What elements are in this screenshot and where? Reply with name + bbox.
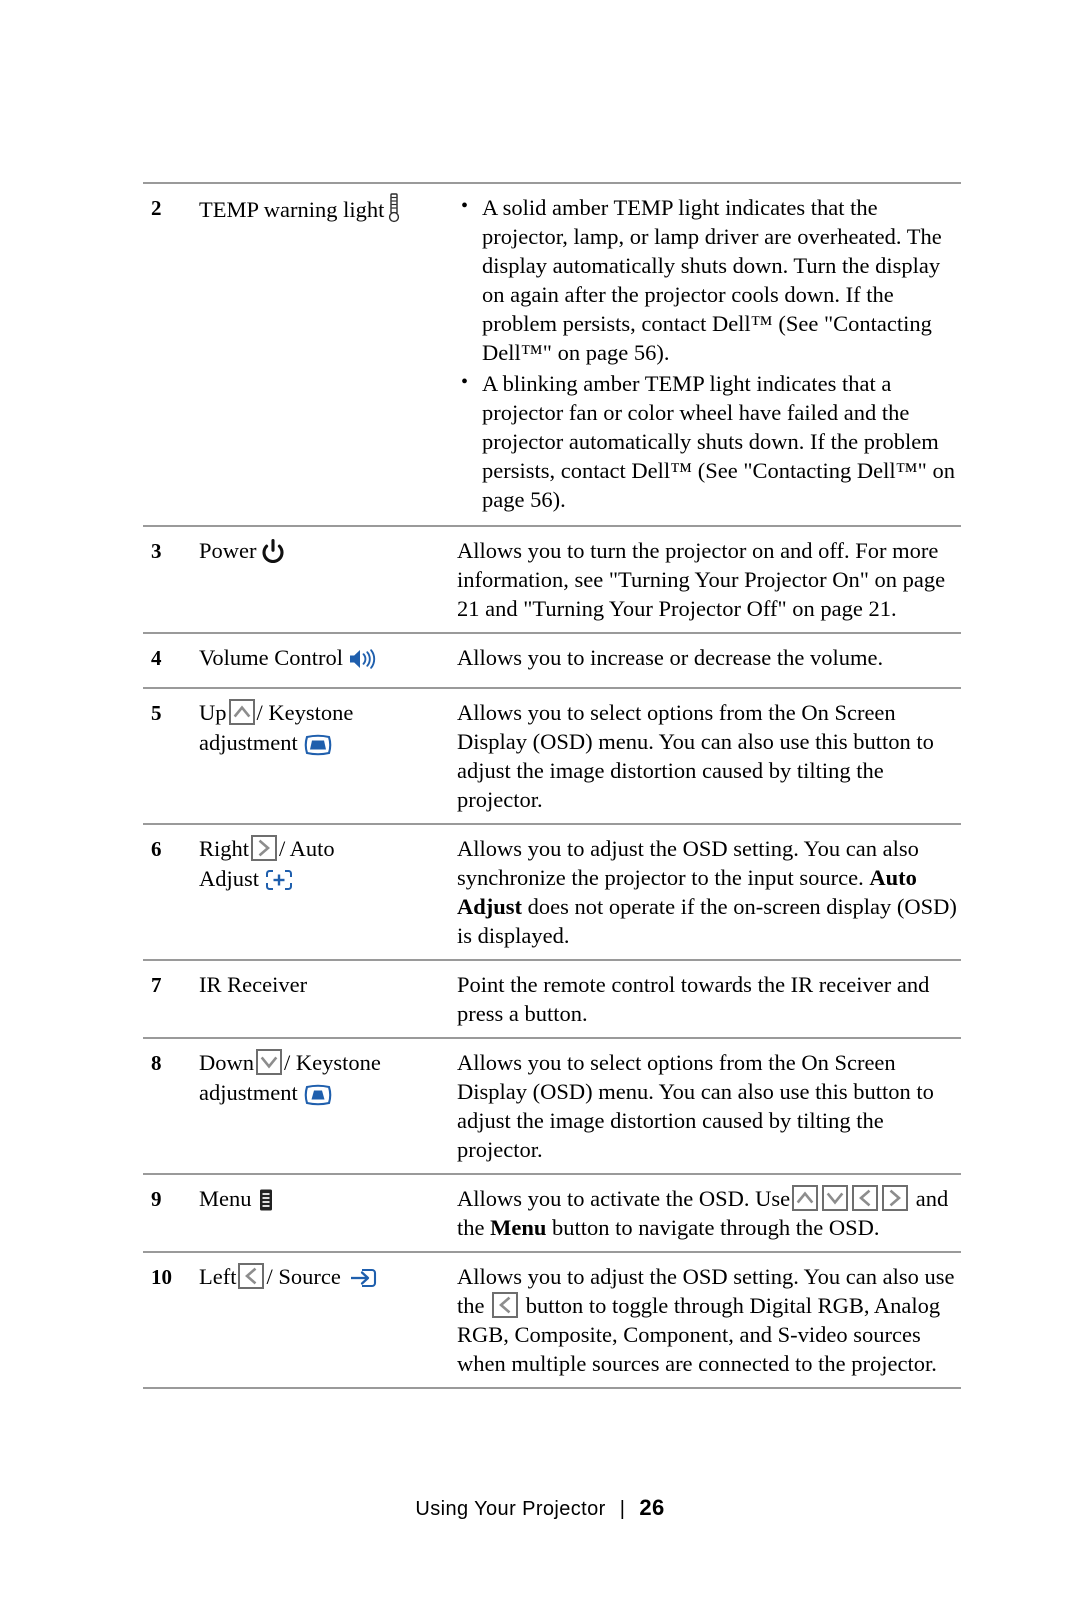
description-seg: button to toggle through Digital RGB, An… [457, 1293, 941, 1376]
menu-icon [257, 1188, 275, 1220]
thermometer-icon [387, 193, 401, 231]
row-label: Volume Control [199, 643, 457, 678]
row-description: Allows you to select options from the On… [457, 1048, 961, 1164]
left-arrow-key-icon [492, 1292, 519, 1318]
right-arrow-key-icon [882, 1185, 909, 1211]
row-label: Right / Auto Adjust [199, 834, 457, 900]
row-number: 7 [151, 973, 162, 997]
right-arrow-key-icon [251, 835, 278, 861]
description-text: Allows you to increase or decrease the v… [457, 645, 884, 670]
row-label: Down / Keystone adjustment [199, 1048, 457, 1115]
row-label: Power [199, 536, 457, 571]
row-number: 8 [151, 1051, 162, 1075]
row-number: 10 [151, 1265, 172, 1289]
description-pre: Allows you to adjust the OSD setting. Yo… [457, 836, 919, 890]
control-name: Power [199, 538, 257, 563]
description-text: Allows you to activate the OSD. Use and … [457, 1184, 961, 1242]
description-emphasis: Menu [490, 1215, 547, 1240]
down-arrow-key-icon [256, 1049, 282, 1075]
control-name-part: Left [199, 1264, 237, 1289]
up-arrow-key-icon [792, 1185, 819, 1211]
row-description: Allows you to activate the OSD. Use and … [457, 1184, 961, 1242]
footer-section-label: Using Your Projector [415, 1498, 606, 1520]
row-number: 6 [151, 837, 162, 861]
control-name: Volume Control [199, 645, 343, 670]
row-description: Allows you to turn the projector on and … [457, 536, 961, 623]
speaker-icon [348, 648, 380, 678]
left-arrow-key-icon [238, 1263, 265, 1289]
row-label: TEMP warning light [199, 193, 457, 231]
row-label: Up / Keystone adjustment [199, 698, 457, 765]
control-name-part: adjustment [199, 730, 298, 755]
description-text: Allows you to adjust the OSD setting. Yo… [457, 1262, 961, 1378]
description-bullet-list: A solid amber TEMP light indicates that … [457, 192, 961, 514]
description-text: Point the remote control towards the IR … [457, 972, 930, 1026]
table-row: 5 Up / Keystone adjustment Allows you to s… [143, 687, 961, 823]
control-name: TEMP warning light [199, 197, 385, 222]
row-description: Allows you to adjust the OSD setting. Yo… [457, 834, 961, 950]
auto-adjust-icon [264, 868, 294, 900]
up-arrow-key-icon [228, 699, 255, 725]
footer-separator: | [619, 1498, 626, 1520]
control-name: IR Receiver [199, 972, 308, 997]
row-description: Allows you to select options from the On… [457, 698, 961, 814]
list-item: A solid amber TEMP light indicates that … [457, 192, 961, 367]
page-number: 26 [639, 1495, 665, 1520]
table-row: 4 Volume Control Allows you to increase … [143, 632, 961, 687]
source-icon [346, 1266, 378, 1298]
table-row: 9 Menu Allows you to activate the OSD. U… [143, 1173, 961, 1251]
row-description: Point the remote control towards the IR … [457, 970, 961, 1028]
row-label: IR Receiver [199, 970, 457, 1000]
control-name: Menu [199, 1186, 252, 1211]
left-arrow-key-icon [852, 1185, 879, 1211]
control-name-part: Down [199, 1050, 254, 1075]
description-text: Allows you to adjust the OSD setting. Yo… [457, 834, 961, 950]
row-label: Left / Source [199, 1262, 457, 1298]
row-number: 2 [151, 196, 162, 220]
control-name-part: / Keystone [284, 1050, 381, 1075]
table-row: 7 IR Receiver Point the remote control t… [143, 959, 961, 1037]
table-row: 8 Down / Keystone adjustment Allows you to… [143, 1037, 961, 1173]
row-number: 5 [151, 701, 162, 725]
row-number: 4 [151, 646, 162, 670]
row-number: 3 [151, 539, 162, 563]
description-text: Allows you to select options from the On… [457, 700, 934, 812]
row-description: A solid amber TEMP light indicates that … [457, 192, 961, 516]
row-description: Allows you to adjust the OSD setting. Yo… [457, 1262, 961, 1378]
page-footer: Using Your Projector | 26 [0, 1495, 1080, 1521]
control-name-part: Right [199, 836, 250, 861]
table-row: 10 Left / Source Allows you to adjust the… [143, 1251, 961, 1389]
row-number: 9 [151, 1187, 162, 1211]
control-name-part: Adjust [199, 866, 260, 891]
control-name-part: / Source [266, 1264, 341, 1289]
control-name-part: / Auto [279, 836, 335, 861]
table-row: 6 Right / Auto Adjust Allows you to adjust… [143, 823, 961, 959]
keystone-down-icon [303, 1083, 333, 1115]
description-post: does not operate if the on-screen displa… [457, 894, 957, 948]
table-row: 3 Power Allows you to turn the projector… [143, 525, 961, 632]
down-arrow-key-icon [822, 1185, 849, 1211]
description-text: Allows you to turn the projector on and … [457, 538, 946, 621]
control-name-part: Up [199, 700, 227, 725]
description-seg: button to navigate through the OSD. [552, 1215, 880, 1240]
keystone-up-icon [303, 733, 333, 765]
control-name-part: adjustment [199, 1080, 298, 1105]
control-name-part: / Keystone [256, 700, 354, 725]
document-page: 2 TEMP warning light A solid amber TEMP … [0, 0, 1080, 1620]
row-description: Allows you to increase or decrease the v… [457, 643, 961, 672]
power-icon [261, 539, 285, 571]
list-item: A blinking amber TEMP light indicates th… [457, 368, 961, 514]
controls-description-table: 2 TEMP warning light A solid amber TEMP … [143, 182, 961, 1389]
table-row: 2 TEMP warning light A solid amber TEMP … [143, 182, 961, 525]
row-label: Menu [199, 1184, 457, 1220]
description-seg: Allows you to activate the OSD. Use [457, 1186, 791, 1211]
description-text: Allows you to select options from the On… [457, 1050, 934, 1162]
